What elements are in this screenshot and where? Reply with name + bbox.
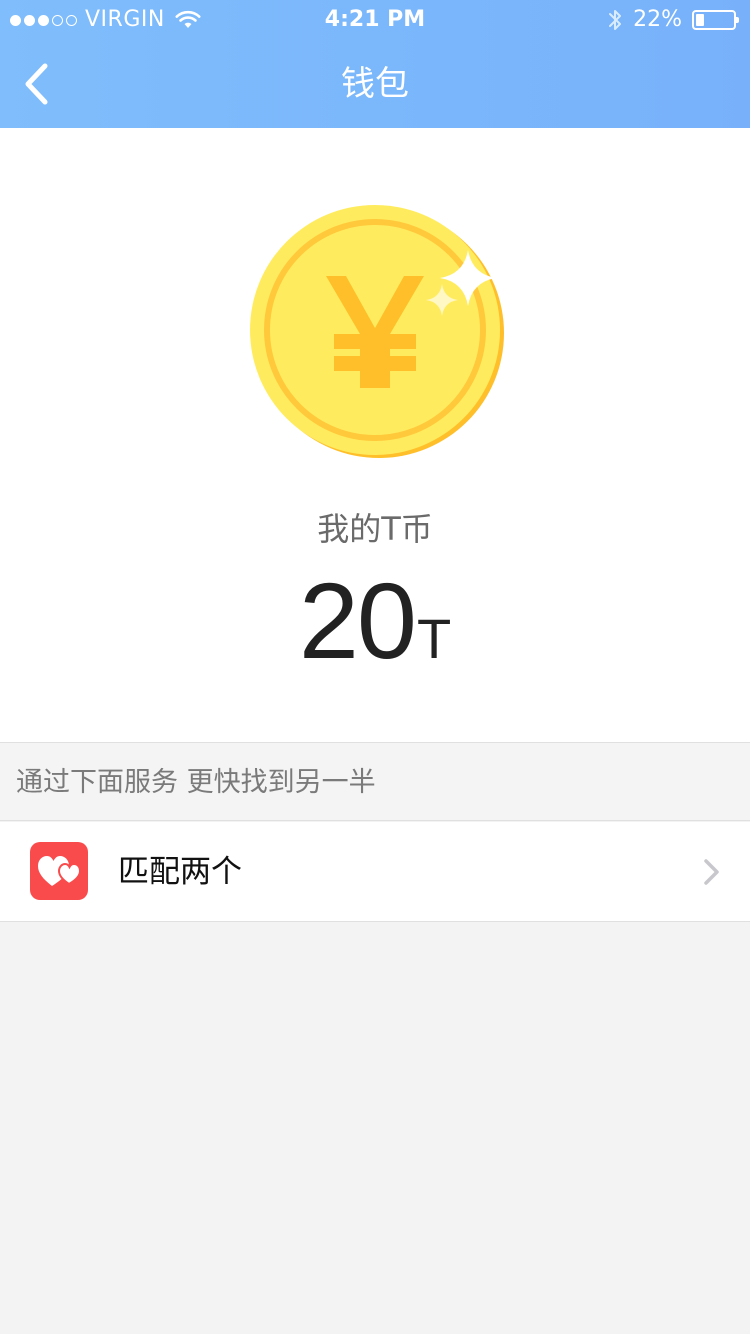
battery-icon bbox=[692, 10, 739, 30]
page-title: 钱包 bbox=[341, 64, 409, 104]
battery-level bbox=[696, 14, 704, 26]
services-caption-text: 通过下面服务 更快找到另一半 bbox=[16, 767, 376, 798]
battery-percentage: 22% bbox=[633, 7, 682, 32]
bluetooth-icon bbox=[607, 7, 623, 33]
yen-coin-icon bbox=[250, 205, 504, 458]
status-bar: VIRGIN 4:21 PM 22% bbox=[0, 0, 750, 40]
wallet-label: 我的T币 bbox=[317, 510, 433, 548]
status-right: 22% bbox=[607, 0, 739, 40]
service-item-match-two[interactable]: 匹配两个 bbox=[0, 822, 750, 922]
services-caption: 通过下面服务 更快找到另一半 bbox=[0, 742, 750, 821]
service-item-label: 匹配两个 bbox=[118, 854, 242, 890]
navigation-bar: 钱包 bbox=[0, 40, 750, 128]
wallet-summary: 我的T币 20T bbox=[0, 128, 750, 742]
balance-amount: 20 bbox=[298, 560, 417, 681]
balance-unit: T bbox=[416, 607, 452, 670]
balance-display: 20T bbox=[0, 558, 750, 683]
hearts-icon bbox=[30, 842, 88, 900]
app-header: VIRGIN 4:21 PM 22% 钱包 bbox=[0, 0, 750, 128]
chevron-right-icon bbox=[704, 859, 719, 885]
